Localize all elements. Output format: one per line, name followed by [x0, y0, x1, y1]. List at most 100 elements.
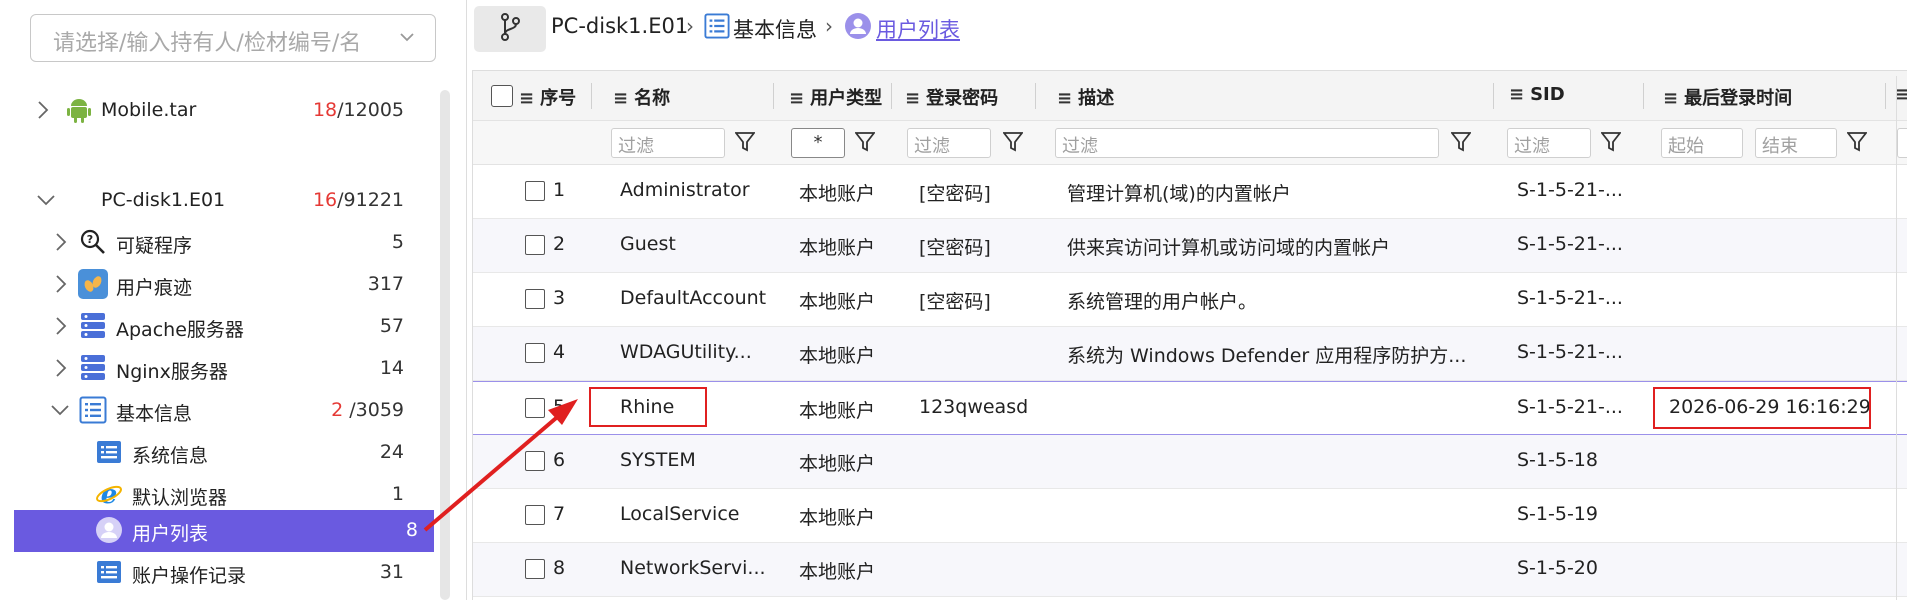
column-separator[interactable] [1643, 83, 1644, 109]
sid-filter-input[interactable]: 过滤 [1507, 128, 1591, 158]
column-separator[interactable] [891, 83, 892, 109]
row-checkbox[interactable] [525, 505, 545, 525]
table-row[interactable]: 1 Administrator 本地账户 [空密码] 管理计算机(域)的内置帐户… [473, 165, 1907, 219]
filter-icon[interactable] [1002, 131, 1024, 153]
account-log-icon [94, 557, 124, 587]
chevron-right-icon[interactable] [54, 314, 72, 338]
svg-text:?: ? [87, 233, 93, 246]
table-row[interactable]: 7 LocalService 本地账户 S-1-5-19 [473, 489, 1907, 543]
cell-sid: S-1-5-21-... [1517, 287, 1623, 309]
tree-item-count: 317 [367, 273, 404, 295]
cell-name: WDAGUtility... [620, 341, 752, 363]
cell-type: 本地账户 [799, 561, 876, 583]
footprints-icon [78, 269, 108, 299]
column-header-password[interactable]: ≡ 登录密码 [905, 84, 998, 110]
tree-item-suspicious-programs[interactable]: ? 可疑程序 5 [0, 222, 434, 264]
end-date-input[interactable]: 结束 [1755, 128, 1837, 158]
server-icon [78, 353, 108, 383]
column-header-last-login[interactable]: ≡ 最后登录时间 [1663, 84, 1792, 110]
table-row[interactable]: 4 WDAGUtility... 本地账户 系统为 Windows Defend… [473, 327, 1907, 381]
filter-icon[interactable] [1450, 131, 1472, 153]
row-checkbox[interactable] [525, 181, 545, 201]
chevron-right-icon[interactable] [36, 98, 54, 122]
column-separator[interactable] [773, 83, 774, 109]
row-checkbox[interactable] [525, 451, 545, 471]
row-checkbox[interactable] [525, 235, 545, 255]
chevron-right-icon[interactable] [54, 230, 72, 254]
row-checkbox[interactable] [525, 289, 545, 309]
cell-password: 123qweasd [919, 396, 1029, 418]
row-checkbox[interactable] [525, 559, 545, 579]
branch-button[interactable] [474, 6, 546, 52]
start-date-input[interactable]: 起始 [1661, 128, 1743, 158]
chevron-down-icon[interactable] [36, 188, 55, 212]
tree-item-user-traces[interactable]: 用户痕迹 317 [0, 264, 434, 306]
tree-item-nginx[interactable]: Nginx服务器 14 [0, 348, 434, 390]
tree-item-apache[interactable]: Apache服务器 57 [0, 306, 434, 348]
tree-item-mobile-tar[interactable]: Mobile.tar 18/12005 [0, 90, 434, 132]
chevron-right-icon[interactable] [54, 272, 72, 296]
select-all-checkbox[interactable] [491, 85, 513, 107]
table-row[interactable]: 3 DefaultAccount 本地账户 [空密码] 系统管理的用户帐户。 S… [473, 273, 1907, 327]
column-header-description[interactable]: ≡ 描述 [1057, 84, 1114, 110]
column-header-no[interactable]: ≡ 序号 [519, 84, 576, 110]
tree-item-label: 默认浏览器 [132, 487, 228, 509]
name-filter-input[interactable]: 过滤 [611, 128, 725, 158]
highlight-box-name [589, 387, 707, 427]
cell-sid: S-1-5-19 [1517, 503, 1598, 525]
filter-icon[interactable] [854, 131, 876, 153]
chevron-down-icon[interactable] [50, 398, 69, 422]
cell-no: 5 [553, 396, 566, 418]
tree-item-account-log[interactable]: 账户操作记录 31 [0, 552, 434, 594]
column-header-sid[interactable]: ≡ SID [1509, 84, 1565, 105]
tree-item-count: 31 [379, 561, 404, 583]
tree-item-basic-info[interactable]: 基本信息 2 /3059 [0, 390, 434, 432]
table-row[interactable]: 2 Guest 本地账户 [空密码] 供来宾访问计算机或访问域的内置帐户 S-1… [473, 219, 1907, 273]
cell-password: [空密码] [919, 237, 991, 259]
tree-item-pc-disk[interactable]: PC-disk1.E01 16/91221 [0, 180, 434, 222]
description-filter-input[interactable]: 过滤 [1055, 128, 1439, 158]
column-separator[interactable] [1035, 83, 1036, 109]
breadcrumb-mid[interactable]: 基本信息 [733, 14, 817, 44]
table-row[interactable]: 8 NetworkServi... 本地账户 S-1-5-20 [473, 543, 1907, 597]
cell-sid: S-1-5-18 [1517, 449, 1598, 471]
list-icon [704, 12, 730, 45]
column-header-user-type[interactable]: ≡ 用户类型 [789, 84, 882, 110]
column-separator[interactable] [1493, 83, 1494, 109]
table-row[interactable]: 6 SYSTEM 本地账户 S-1-5-18 [473, 435, 1907, 489]
cell-description: 系统为 Windows Defender 应用程序防护方... [1067, 345, 1467, 367]
tree-item-count: 14 [379, 357, 404, 379]
tree-item-system-info[interactable]: 系统信息 24 [0, 432, 434, 474]
filter-icon[interactable] [1600, 131, 1622, 153]
breadcrumb-root[interactable]: PC-disk1.E01 [551, 14, 688, 38]
chevron-down-icon[interactable] [397, 27, 417, 53]
server-icon [78, 311, 108, 341]
row-checkbox[interactable] [525, 398, 545, 418]
tree-item-label: 用户痕迹 [116, 277, 193, 299]
column-separator[interactable] [591, 83, 592, 109]
cell-no: 8 [553, 557, 566, 579]
column-header-name[interactable]: ≡ 名称 [613, 84, 670, 110]
tree-scrollbar[interactable] [440, 90, 450, 600]
cell-type: 本地账户 [799, 507, 876, 529]
cell-sid: S-1-5-21-... [1517, 233, 1623, 255]
breadcrumb-current[interactable]: 用户列表 [876, 14, 960, 44]
cell-password: [空密码] [919, 291, 991, 313]
filter-icon[interactable] [734, 131, 756, 153]
row-checkbox[interactable] [525, 343, 545, 363]
cell-name: Guest [620, 233, 676, 255]
tree-item-user-list[interactable]: 用户列表 8 [14, 510, 434, 552]
chevron-right-icon[interactable] [54, 356, 72, 380]
table-row-selected[interactable]: 5 Rhine 本地账户 123qweasd S-1-5-21-... 2026… [473, 381, 1907, 435]
holder-search-select[interactable]: 请选择/输入持有人/检材编号/名 [30, 14, 436, 62]
tree-item-count: 2 /3059 [331, 399, 404, 421]
cell-type: 本地账户 [799, 183, 876, 205]
password-filter-input[interactable]: 过滤 [907, 128, 991, 158]
panel-divider [466, 0, 467, 600]
filter-icon[interactable] [1846, 131, 1868, 153]
user-type-filter-select[interactable]: * [791, 128, 845, 158]
list-icon [78, 395, 108, 425]
breadcrumb-separator: › [686, 14, 694, 38]
column-separator[interactable] [1885, 83, 1886, 109]
tree-item-count: 57 [379, 315, 404, 337]
